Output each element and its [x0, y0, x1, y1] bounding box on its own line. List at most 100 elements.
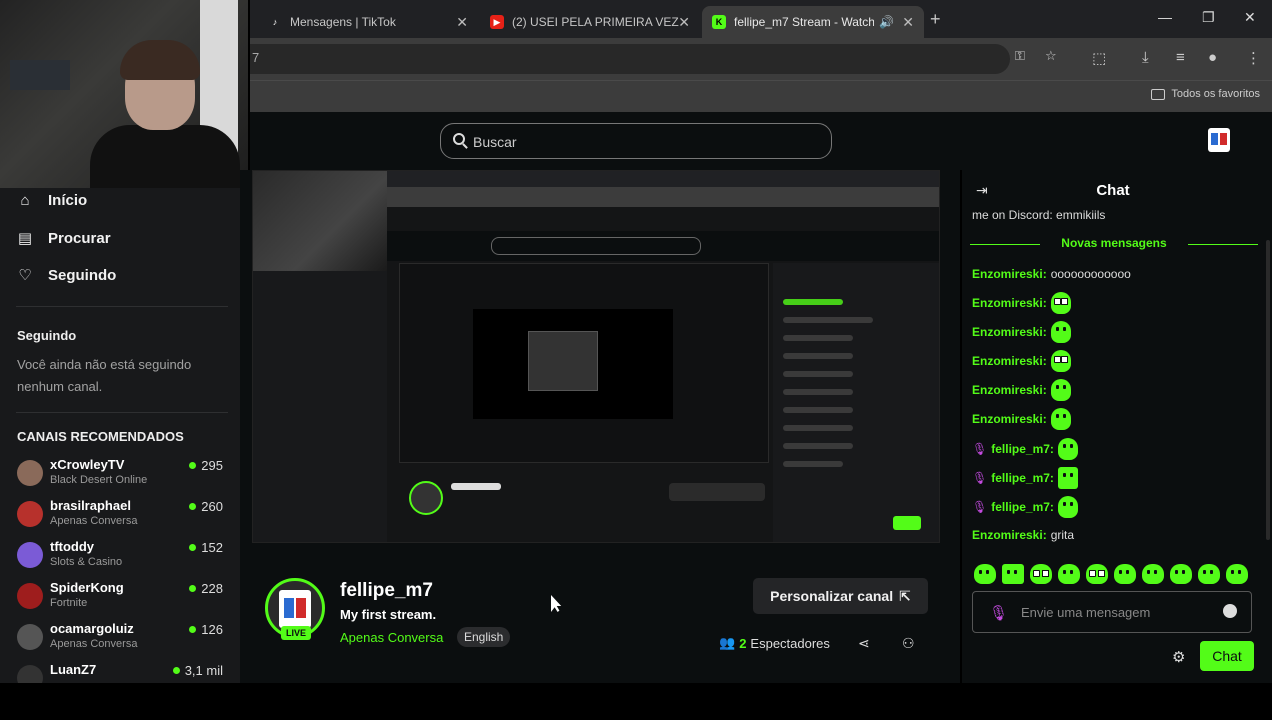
key-icon[interactable]: ⚿: [1015, 48, 1025, 64]
minimize-icon[interactable]: —: [1158, 9, 1172, 25]
profile-icon[interactable]: ●: [1208, 49, 1217, 66]
microphone-icon[interactable]: 🎙: [989, 604, 1008, 622]
sidebar-item-seguindo[interactable]: ♡ Seguindo: [16, 266, 116, 285]
channel-name: LuanZ7: [50, 662, 97, 677]
emote-icon[interactable]: [1058, 564, 1080, 584]
external-link-icon: ⇱: [899, 587, 911, 604]
recommended-title: CANAIS RECOMENDADOS: [17, 429, 184, 444]
user-avatar[interactable]: [1208, 128, 1230, 152]
close-icon[interactable]: ✕: [456, 14, 468, 31]
close-icon[interactable]: ✕: [678, 14, 690, 31]
channel-item[interactable]: LuanZ7 3,1 mil: [17, 662, 227, 683]
channel-item[interactable]: SpiderKong Fortnite 228: [17, 580, 227, 614]
emote-icon[interactable]: [1057, 467, 1078, 489]
gear-icon[interactable]: ⚙: [1172, 648, 1185, 666]
channel-name: ocamargoluiz: [50, 621, 134, 636]
microphone-icon: 🎙: [972, 471, 988, 485]
emote-bar: [974, 564, 1248, 584]
channel-category: Black Desert Online: [50, 474, 148, 486]
chat-username[interactable]: fellipe_m7:: [991, 500, 1054, 514]
all-bookmarks[interactable]: Todos os favoritos: [1151, 88, 1260, 100]
chat-scrollbar[interactable]: [1266, 240, 1270, 540]
star-icon[interactable]: ☆: [1045, 48, 1057, 64]
avatar: [17, 583, 43, 609]
avatar: [17, 460, 43, 486]
emote-icon[interactable]: [1050, 321, 1071, 343]
tab-kick[interactable]: K fellipe_m7 Stream - Watch l... 🔊 ✕: [702, 6, 924, 38]
emote-icon[interactable]: [1057, 438, 1078, 460]
emote-icon[interactable]: [1030, 564, 1052, 584]
chat-previous-message: me on Discord: emmikiils: [972, 208, 1106, 222]
video-frame-send: [893, 516, 921, 530]
video-frame-streamer-info: [399, 471, 769, 541]
tab-label: fellipe_m7 Stream - Watch l...: [734, 15, 874, 29]
emoji-icon[interactable]: [1223, 604, 1237, 618]
browser-toolbar: 7 ⚿ ☆ ⬚ ⤓ ≡ ● ⋮: [250, 38, 1272, 80]
emote-icon[interactable]: [1170, 564, 1192, 584]
emote-icon[interactable]: [1050, 379, 1071, 401]
add-user-icon[interactable]: ⚇: [902, 635, 915, 652]
share-icon[interactable]: ⋖: [858, 635, 870, 652]
streamer-name[interactable]: fellipe_m7: [340, 580, 433, 602]
personalize-channel-button[interactable]: Personalizar canal ⇱: [753, 578, 928, 614]
emote-icon[interactable]: [1142, 564, 1164, 584]
window-close-icon[interactable]: ✕: [1244, 9, 1256, 26]
tab-youtube[interactable]: ▶ (2) USEI PELA PRIMEIRA VEZ M... ✕: [480, 6, 700, 38]
chat-username[interactable]: Enzomireski:: [972, 354, 1047, 368]
video-frame-chat: [773, 263, 939, 542]
site-header: Buscar: [250, 112, 1272, 170]
extensions-icon[interactable]: ⬚: [1092, 49, 1106, 67]
emote-icon[interactable]: [1050, 350, 1071, 372]
video-player[interactable]: [252, 170, 940, 543]
language-tag[interactable]: English: [457, 627, 511, 647]
chat-username[interactable]: Enzomireski:: [972, 383, 1047, 397]
emote-icon[interactable]: [1002, 564, 1024, 584]
sidebar-item-inicio[interactable]: ⌂ Início: [16, 192, 87, 209]
audio-icon[interactable]: 🔊: [879, 15, 894, 29]
address-text: 7: [252, 50, 260, 65]
chat-text: oooooooooooo: [1050, 267, 1131, 281]
channel-item[interactable]: ocamargoluiz Apenas Conversa 126: [17, 621, 227, 655]
emote-icon[interactable]: [974, 564, 996, 584]
chat-panel: ⇥ Chat me on Discord: emmikiils Novas me…: [962, 170, 1272, 683]
live-badge: LIVE: [281, 626, 311, 640]
emote-icon[interactable]: [1086, 564, 1108, 584]
new-messages-label: Novas mensagens: [1061, 236, 1167, 250]
channel-item[interactable]: tftoddy Slots & Casino 152: [17, 539, 227, 573]
avatar: [17, 665, 43, 683]
emote-icon[interactable]: [1226, 564, 1248, 584]
channel-name: xCrowleyTV: [50, 457, 125, 472]
chat-username[interactable]: Enzomireski:: [972, 528, 1047, 542]
download-icon[interactable]: ⤓: [1142, 49, 1149, 66]
tab-tiktok[interactable]: ♪ Mensagens | TikTok ✕: [258, 6, 478, 38]
search-input[interactable]: Buscar: [440, 123, 832, 159]
emote-icon[interactable]: [1050, 292, 1071, 314]
new-tab-button[interactable]: +: [930, 9, 941, 30]
emote-icon[interactable]: [1050, 408, 1071, 430]
chat-message-input[interactable]: 🎙 Envie uma mensagem: [972, 591, 1252, 633]
viewer-label: Espectadores: [750, 635, 830, 651]
viewer-count: 2: [739, 635, 747, 651]
stream-category[interactable]: Apenas Conversa: [340, 630, 443, 645]
emote-icon[interactable]: [1057, 496, 1078, 518]
chat-username[interactable]: fellipe_m7:: [991, 471, 1054, 485]
channel-item[interactable]: xCrowleyTV Black Desert Online 295: [17, 457, 227, 491]
chat-username[interactable]: Enzomireski:: [972, 296, 1047, 310]
media-icon[interactable]: ≡: [1176, 49, 1185, 66]
menu-icon[interactable]: ⋮: [1246, 49, 1261, 67]
video-frame-chat-line: [783, 443, 853, 449]
emote-icon[interactable]: [1114, 564, 1136, 584]
address-bar[interactable]: 7 ⚿ ☆: [250, 44, 1057, 74]
chat-username[interactable]: Enzomireski:: [972, 267, 1047, 281]
close-icon[interactable]: ✕: [902, 14, 914, 31]
chat-username[interactable]: fellipe_m7:: [991, 442, 1054, 456]
restore-icon[interactable]: ❐: [1202, 9, 1215, 26]
emote-icon[interactable]: [1198, 564, 1220, 584]
channel-item[interactable]: brasilraphael Apenas Conversa 260: [17, 498, 227, 532]
chat-username[interactable]: Enzomireski:: [972, 325, 1047, 339]
sidebar-item-procurar[interactable]: ▤ Procurar: [16, 229, 111, 248]
following-note: Você ainda não está seguindo nenhum cana…: [17, 357, 192, 394]
chat-send-button[interactable]: Chat: [1200, 641, 1254, 671]
chat-username[interactable]: Enzomireski:: [972, 412, 1047, 426]
video-frame-chat-line: [783, 353, 853, 359]
